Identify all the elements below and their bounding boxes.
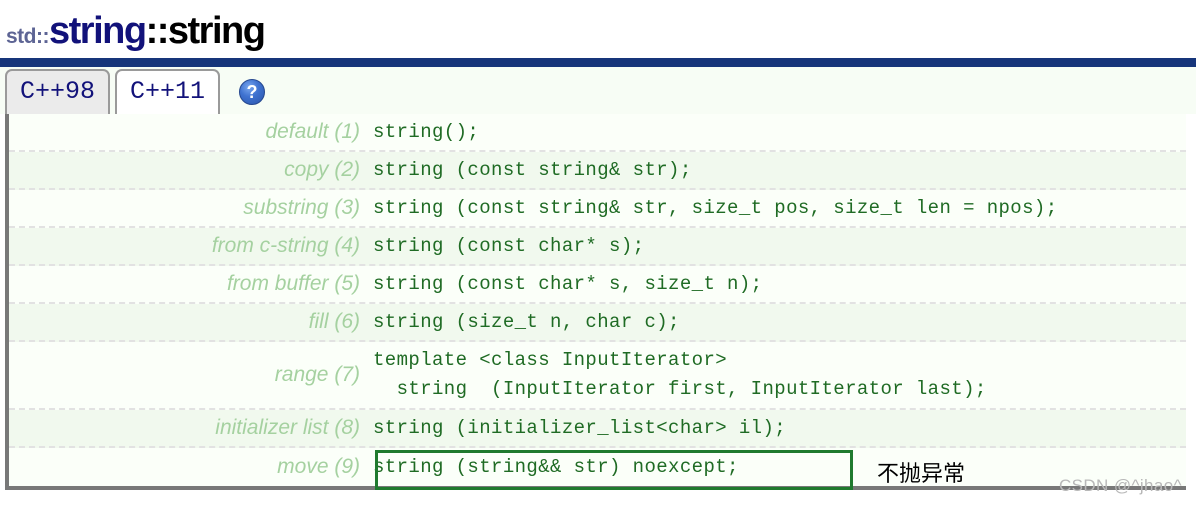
signature-code: template <class InputIterator> string (I…: [373, 348, 987, 400]
standard-version-tabs: C++98 C++11 ?: [0, 67, 1196, 114]
signature-label: range (7): [274, 363, 360, 386]
signature-label: from c-string (4): [211, 234, 360, 257]
table-row: range (7) template <class InputIterator>…: [9, 342, 1186, 410]
signature-label: fill (6): [308, 310, 360, 333]
table-row: initializer list (8) string (initializer…: [9, 410, 1186, 448]
signature-code: string (const string& str);: [373, 159, 692, 181]
table-row: copy (2) string (const string& str);: [9, 152, 1186, 190]
title-separator: ::: [145, 10, 170, 52]
signature-label: copy (2): [284, 158, 360, 181]
title-namespace: std::: [6, 25, 50, 48]
signature-label: from buffer (5): [226, 272, 360, 295]
signature-code: string (const char* s);: [373, 235, 645, 257]
table-row: fill (6) string (size_t n, char c);: [9, 304, 1186, 342]
signature-label: move (9): [277, 455, 360, 478]
signature-label: initializer list (8): [215, 416, 360, 439]
annotation-no-throw: 不抛异常: [877, 462, 966, 487]
question-mark-icon[interactable]: ?: [239, 79, 266, 105]
table-row: substring (3) string (const string& str,…: [9, 190, 1186, 228]
page-title: std:: string :: string: [6, 10, 266, 58]
tab-cpp98-label: C++98: [20, 77, 96, 106]
constructor-signature-table: default (1) string(); copy (2) string (c…: [5, 114, 1186, 490]
tab-cpp98[interactable]: C++98: [5, 69, 111, 114]
tab-cpp11-label: C++11: [130, 77, 206, 106]
signature-label: substring (3): [243, 196, 360, 219]
signature-code: string (size_t n, char c);: [373, 311, 680, 333]
signature-code: string (const char* s, size_t n);: [373, 273, 763, 295]
table-row-move: move (9) string (string&& str) noexcept;…: [9, 448, 1186, 490]
signature-code: string (initializer_list<char> il);: [373, 417, 787, 439]
signature-label: default (1): [265, 120, 360, 143]
tab-cpp11[interactable]: C++11: [115, 69, 221, 114]
title-class: string: [49, 10, 147, 52]
signature-code: string();: [373, 121, 480, 143]
table-row: from buffer (5) string (const char* s, s…: [9, 266, 1186, 304]
title-bar: std:: string :: string: [0, 0, 1196, 58]
table-row: from c-string (4) string (const char* s)…: [9, 228, 1186, 266]
signature-code: string (string&& str) noexcept;: [373, 456, 739, 478]
signature-code: string (const string& str, size_t pos, s…: [373, 197, 1058, 219]
table-row: default (1) string();: [9, 114, 1186, 152]
help-glyph: ?: [246, 81, 258, 102]
header-divider: [0, 58, 1196, 67]
title-member: string: [167, 10, 266, 52]
